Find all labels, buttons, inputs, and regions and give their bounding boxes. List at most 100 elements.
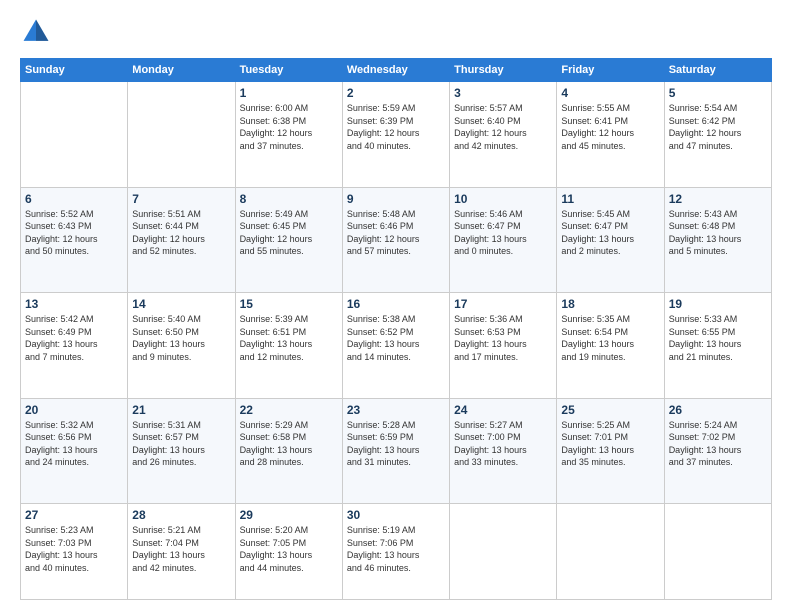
day-number: 28 (132, 508, 230, 522)
day-number: 17 (454, 297, 552, 311)
calendar-cell: 26 Sunrise: 5:24 AM Sunset: 7:02 PM Dayli… (664, 398, 771, 504)
day-number: 21 (132, 403, 230, 417)
calendar-cell: 20 Sunrise: 5:32 AM Sunset: 6:56 PM Dayli… (21, 398, 128, 504)
page: SundayMondayTuesdayWednesdayThursdayFrid… (0, 0, 792, 612)
day-info: Sunrise: 5:54 AM Sunset: 6:42 PM Dayligh… (669, 102, 767, 152)
calendar-cell: 18 Sunrise: 5:35 AM Sunset: 6:54 PM Dayli… (557, 293, 664, 399)
day-number: 30 (347, 508, 445, 522)
week-row-3: 13 Sunrise: 5:42 AM Sunset: 6:49 PM Dayli… (21, 293, 772, 399)
day-number: 26 (669, 403, 767, 417)
day-info: Sunrise: 5:49 AM Sunset: 6:45 PM Dayligh… (240, 208, 338, 258)
day-info: Sunrise: 5:51 AM Sunset: 6:44 PM Dayligh… (132, 208, 230, 258)
day-info: Sunrise: 5:19 AM Sunset: 7:06 PM Dayligh… (347, 524, 445, 574)
day-info: Sunrise: 5:36 AM Sunset: 6:53 PM Dayligh… (454, 313, 552, 363)
day-number: 25 (561, 403, 659, 417)
calendar-cell: 2Sunrise: 5:59 AM Sunset: 6:39 PM Daylig… (342, 82, 449, 188)
weekday-thursday: Thursday (450, 59, 557, 82)
calendar-cell: 8 Sunrise: 5:49 AM Sunset: 6:45 PM Daylig… (235, 187, 342, 293)
day-info: Sunrise: 5:38 AM Sunset: 6:52 PM Dayligh… (347, 313, 445, 363)
day-info: Sunrise: 5:59 AM Sunset: 6:39 PM Dayligh… (347, 102, 445, 152)
day-number: 15 (240, 297, 338, 311)
week-row-5: 27 Sunrise: 5:23 AM Sunset: 7:03 PM Dayli… (21, 504, 772, 600)
day-info: Sunrise: 6:00 AM Sunset: 6:38 PM Dayligh… (240, 102, 338, 152)
header (20, 16, 772, 48)
day-info: Sunrise: 5:29 AM Sunset: 6:58 PM Dayligh… (240, 419, 338, 469)
day-info: Sunrise: 5:35 AM Sunset: 6:54 PM Dayligh… (561, 313, 659, 363)
calendar-cell (450, 504, 557, 600)
day-number: 23 (347, 403, 445, 417)
weekday-friday: Friday (557, 59, 664, 82)
week-row-4: 20 Sunrise: 5:32 AM Sunset: 6:56 PM Dayli… (21, 398, 772, 504)
day-info: Sunrise: 5:45 AM Sunset: 6:47 PM Dayligh… (561, 208, 659, 258)
calendar-cell: 14Sunrise: 5:40 AM Sunset: 6:50 PM Dayli… (128, 293, 235, 399)
calendar-cell (21, 82, 128, 188)
day-info: Sunrise: 5:40 AM Sunset: 6:50 PM Dayligh… (132, 313, 230, 363)
day-info: Sunrise: 5:39 AM Sunset: 6:51 PM Dayligh… (240, 313, 338, 363)
day-number: 6 (25, 192, 123, 206)
calendar-cell (664, 504, 771, 600)
day-info: Sunrise: 5:42 AM Sunset: 6:49 PM Dayligh… (25, 313, 123, 363)
day-info: Sunrise: 5:43 AM Sunset: 6:48 PM Dayligh… (669, 208, 767, 258)
calendar-cell: 24 Sunrise: 5:27 AM Sunset: 7:00 PM Dayli… (450, 398, 557, 504)
calendar-cell: 19Sunrise: 5:33 AM Sunset: 6:55 PM Dayli… (664, 293, 771, 399)
day-info: Sunrise: 5:32 AM Sunset: 6:56 PM Dayligh… (25, 419, 123, 469)
day-number: 16 (347, 297, 445, 311)
day-info: Sunrise: 5:28 AM Sunset: 6:59 PM Dayligh… (347, 419, 445, 469)
logo-icon (20, 16, 52, 48)
day-info: Sunrise: 5:27 AM Sunset: 7:00 PM Dayligh… (454, 419, 552, 469)
calendar-cell: 21 Sunrise: 5:31 AM Sunset: 6:57 PM Dayli… (128, 398, 235, 504)
day-info: Sunrise: 5:31 AM Sunset: 6:57 PM Dayligh… (132, 419, 230, 469)
day-number: 3 (454, 86, 552, 100)
weekday-saturday: Saturday (664, 59, 771, 82)
day-info: Sunrise: 5:24 AM Sunset: 7:02 PM Dayligh… (669, 419, 767, 469)
calendar-cell: 22 Sunrise: 5:29 AM Sunset: 6:58 PM Dayli… (235, 398, 342, 504)
day-info: Sunrise: 5:23 AM Sunset: 7:03 PM Dayligh… (25, 524, 123, 574)
day-number: 12 (669, 192, 767, 206)
day-number: 27 (25, 508, 123, 522)
calendar-cell (128, 82, 235, 188)
day-number: 1 (240, 86, 338, 100)
day-number: 4 (561, 86, 659, 100)
day-info: Sunrise: 5:20 AM Sunset: 7:05 PM Dayligh… (240, 524, 338, 574)
calendar-cell: 17 Sunrise: 5:36 AM Sunset: 6:53 PM Dayli… (450, 293, 557, 399)
day-info: Sunrise: 5:48 AM Sunset: 6:46 PM Dayligh… (347, 208, 445, 258)
calendar-cell (557, 504, 664, 600)
weekday-sunday: Sunday (21, 59, 128, 82)
calendar-cell: 28Sunrise: 5:21 AM Sunset: 7:04 PM Dayli… (128, 504, 235, 600)
calendar-table: SundayMondayTuesdayWednesdayThursdayFrid… (20, 58, 772, 600)
day-number: 13 (25, 297, 123, 311)
day-number: 19 (669, 297, 767, 311)
day-number: 5 (669, 86, 767, 100)
calendar-cell: 23 Sunrise: 5:28 AM Sunset: 6:59 PM Dayli… (342, 398, 449, 504)
day-number: 18 (561, 297, 659, 311)
calendar-cell: 10Sunrise: 5:46 AM Sunset: 6:47 PM Dayli… (450, 187, 557, 293)
weekday-header-row: SundayMondayTuesdayWednesdayThursdayFrid… (21, 59, 772, 82)
day-info: Sunrise: 5:25 AM Sunset: 7:01 PM Dayligh… (561, 419, 659, 469)
calendar-cell: 6 Sunrise: 5:52 AM Sunset: 6:43 PM Daylig… (21, 187, 128, 293)
calendar-cell: 7 Sunrise: 5:51 AM Sunset: 6:44 PM Daylig… (128, 187, 235, 293)
calendar-cell: 3 Sunrise: 5:57 AM Sunset: 6:40 PM Daylig… (450, 82, 557, 188)
day-number: 11 (561, 192, 659, 206)
day-number: 22 (240, 403, 338, 417)
day-number: 20 (25, 403, 123, 417)
calendar-cell: 15 Sunrise: 5:39 AM Sunset: 6:51 PM Dayli… (235, 293, 342, 399)
weekday-tuesday: Tuesday (235, 59, 342, 82)
weekday-monday: Monday (128, 59, 235, 82)
calendar-cell: 29Sunrise: 5:20 AM Sunset: 7:05 PM Dayli… (235, 504, 342, 600)
day-number: 7 (132, 192, 230, 206)
calendar-cell: 9 Sunrise: 5:48 AM Sunset: 6:46 PM Daylig… (342, 187, 449, 293)
day-info: Sunrise: 5:52 AM Sunset: 6:43 PM Dayligh… (25, 208, 123, 258)
calendar-cell: 30 Sunrise: 5:19 AM Sunset: 7:06 PM Dayli… (342, 504, 449, 600)
day-number: 8 (240, 192, 338, 206)
week-row-2: 6 Sunrise: 5:52 AM Sunset: 6:43 PM Daylig… (21, 187, 772, 293)
day-info: Sunrise: 5:55 AM Sunset: 6:41 PM Dayligh… (561, 102, 659, 152)
calendar-cell: 27 Sunrise: 5:23 AM Sunset: 7:03 PM Dayli… (21, 504, 128, 600)
calendar-cell: 12 Sunrise: 5:43 AM Sunset: 6:48 PM Dayli… (664, 187, 771, 293)
day-number: 9 (347, 192, 445, 206)
day-info: Sunrise: 5:57 AM Sunset: 6:40 PM Dayligh… (454, 102, 552, 152)
day-number: 24 (454, 403, 552, 417)
calendar-cell: 16 Sunrise: 5:38 AM Sunset: 6:52 PM Dayli… (342, 293, 449, 399)
day-info: Sunrise: 5:46 AM Sunset: 6:47 PM Dayligh… (454, 208, 552, 258)
week-row-1: 1 Sunrise: 6:00 AM Sunset: 6:38 PM Daylig… (21, 82, 772, 188)
calendar-cell: 11 Sunrise: 5:45 AM Sunset: 6:47 PM Dayli… (557, 187, 664, 293)
